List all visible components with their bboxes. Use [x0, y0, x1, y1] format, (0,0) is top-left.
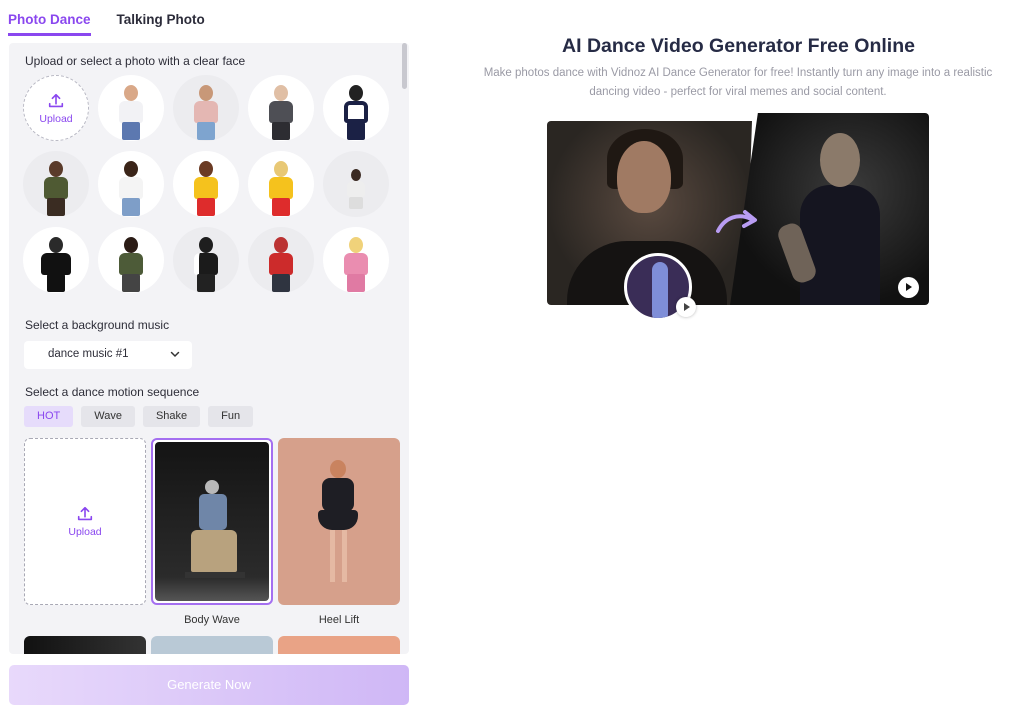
face-option[interactable]	[23, 151, 89, 217]
upload-icon	[48, 93, 64, 107]
generate-now-button[interactable]: Generate Now	[9, 665, 409, 705]
face-option[interactable]	[248, 75, 314, 141]
face-option[interactable]	[173, 227, 239, 293]
face-option[interactable]	[248, 151, 314, 217]
face-option[interactable]	[323, 151, 389, 217]
motion-category-chips: HOT Wave Shake Fun	[24, 406, 254, 427]
chip-wave[interactable]: Wave	[81, 406, 135, 427]
upload-photo-label: Upload	[39, 112, 73, 125]
page-subtitle: Make photos dance with Vidnoz AI Dance G…	[483, 67, 993, 98]
face-option[interactable]	[173, 75, 239, 141]
options-panel: Upload or select a photo with a clear fa…	[9, 43, 409, 654]
face-option[interactable]	[98, 151, 164, 217]
face-option[interactable]	[323, 75, 389, 141]
face-option[interactable]	[323, 227, 389, 293]
hero-preview	[547, 113, 929, 328]
chip-hot[interactable]: HOT	[24, 406, 74, 427]
after-video-preview[interactable]	[730, 113, 929, 305]
upload-icon	[77, 506, 93, 521]
motion-option-heel-lift[interactable]	[278, 438, 400, 605]
motion-label-heel-lift: Heel Lift	[318, 614, 360, 626]
face-option[interactable]	[98, 227, 164, 293]
chip-shake[interactable]: Shake	[142, 406, 201, 427]
motion-option[interactable]	[151, 636, 273, 654]
tab-photo-dance[interactable]: Photo Dance	[8, 0, 91, 36]
motion-option-body-wave[interactable]	[151, 438, 273, 605]
body-wave-thumbnail	[155, 442, 269, 601]
photo-section-label: Upload or select a photo with a clear fa…	[25, 54, 246, 68]
face-option[interactable]	[173, 151, 239, 217]
page-title: AI Dance Video Generator Free Online	[562, 35, 915, 57]
face-option[interactable]	[23, 227, 89, 293]
face-photo-grid: Upload	[23, 75, 393, 293]
face-option[interactable]	[248, 227, 314, 293]
face-option[interactable]	[98, 75, 164, 141]
chevron-down-icon	[170, 351, 180, 358]
upload-motion-button[interactable]: Upload	[24, 438, 146, 605]
play-icon[interactable]	[676, 297, 696, 317]
chip-fun[interactable]: Fun	[208, 406, 254, 427]
upload-motion-label: Upload	[68, 526, 102, 538]
arrow-icon	[716, 210, 757, 233]
motion-section-label: Select a dance motion sequence	[25, 385, 200, 399]
play-icon[interactable]	[898, 277, 919, 298]
music-selected-value: dance music #1	[48, 348, 129, 360]
motion-label-body-wave: Body Wave	[184, 614, 240, 626]
panel-scrollbar[interactable]	[402, 43, 407, 89]
music-select[interactable]: dance music #1	[24, 341, 192, 369]
tab-talking-photo[interactable]: Talking Photo	[117, 0, 205, 36]
music-section-label: Select a background music	[25, 318, 170, 332]
motion-option[interactable]	[278, 636, 400, 654]
motion-grid: Upload Body Wave Heel Lift	[24, 438, 400, 654]
upload-photo-button[interactable]: Upload	[23, 75, 89, 141]
mode-tabs: Photo Dance Talking Photo	[8, 0, 205, 40]
motion-option[interactable]	[24, 636, 146, 654]
